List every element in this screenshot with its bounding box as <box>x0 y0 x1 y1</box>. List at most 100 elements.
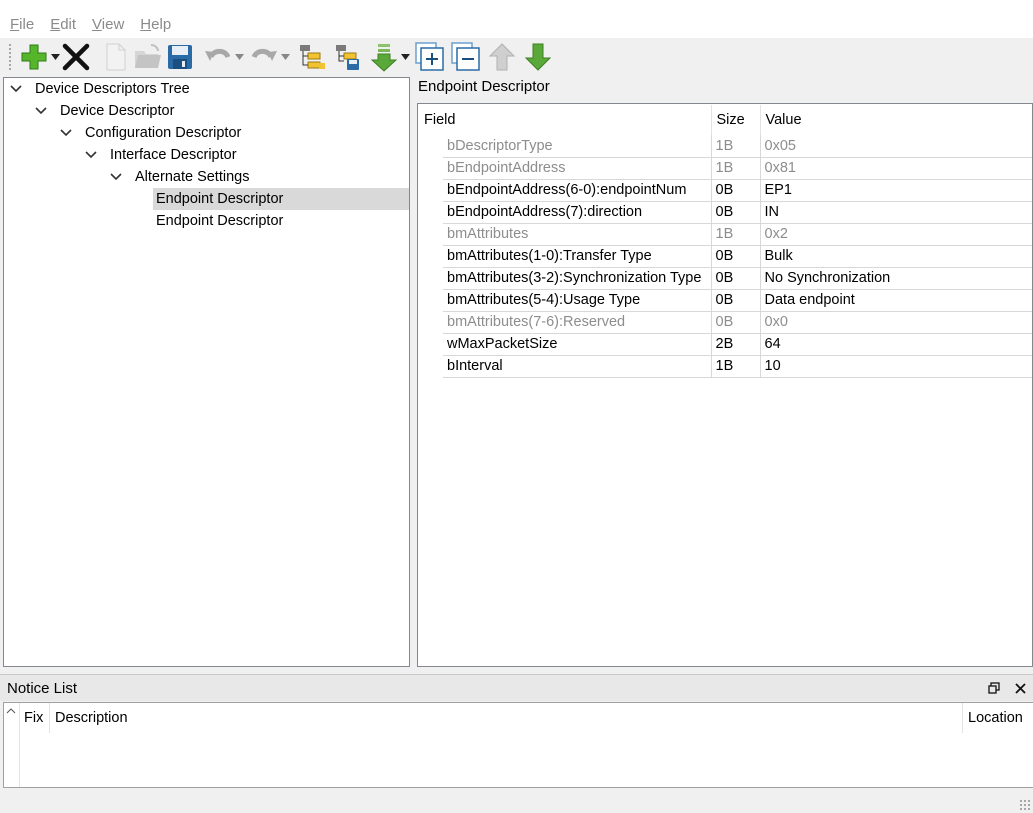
move-down-menu-arrow[interactable] <box>400 41 410 73</box>
tree-node-root[interactable]: Device Descriptors Tree <box>7 78 193 100</box>
tree-node-label: Alternate Settings <box>135 169 250 185</box>
field-cell: bmAttributes(1-0):Transfer Type <box>443 245 712 268</box>
column-header-field[interactable]: Field <box>419 105 712 135</box>
size-cell: 0B <box>711 311 761 334</box>
table-row[interactable]: bEndpointAddress(7):direction 0B IN <box>419 201 1032 224</box>
tree-node-configuration-descriptor[interactable]: Configuration Descriptor <box>57 122 244 144</box>
row-indent <box>419 157 443 179</box>
table-row[interactable]: bEndpointAddress(6-0):endpointNum 0B EP1 <box>419 179 1032 202</box>
menu-file[interactable]: File <box>10 16 34 33</box>
table-row[interactable]: bmAttributes(3-2):Synchronization Type 0B… <box>419 267 1032 290</box>
delete-icon[interactable] <box>60 41 92 73</box>
column-header-value[interactable]: Value <box>760 105 1032 135</box>
tree-add-icon[interactable] <box>296 41 328 73</box>
row-indent <box>419 245 443 267</box>
move-down-icon[interactable] <box>522 41 554 73</box>
undo-icon[interactable] <box>202 41 234 73</box>
tree-node-device-descriptor[interactable]: Device Descriptor <box>32 100 177 122</box>
move-up-icon[interactable] <box>486 41 518 73</box>
add-icon[interactable] <box>18 41 50 73</box>
tree-node-label: Device Descriptors Tree <box>35 81 190 97</box>
tree-node-alternate-settings[interactable]: Alternate Settings <box>107 166 252 188</box>
value-cell[interactable]: 64 <box>760 333 1032 356</box>
field-cell: bmAttributes <box>443 223 712 246</box>
value-cell[interactable]: Data endpoint <box>760 289 1032 312</box>
field-cell: bEndpointAddress(7):direction <box>443 201 712 224</box>
table-row[interactable]: bmAttributes(5-4):Usage Type 0B Data endpo… <box>419 289 1032 312</box>
tree-save-icon[interactable] <box>332 41 364 73</box>
column-header-description[interactable]: Description <box>55 710 128 726</box>
size-cell: 0B <box>711 245 761 268</box>
size-cell: 0B <box>711 201 761 224</box>
size-grip[interactable] <box>1019 799 1031 811</box>
chevron-down-icon[interactable] <box>32 100 50 122</box>
undo-dropdown-icon[interactable] <box>234 41 244 73</box>
value-cell: 0x81 <box>760 157 1032 180</box>
notice-list-titlebar: Notice List <box>0 674 1033 701</box>
table-row[interactable]: bmAttributes(7-6):Reserved 0B 0x0 <box>419 311 1032 334</box>
expand-all-icon[interactable] <box>414 41 446 73</box>
chevron-down-icon[interactable] <box>107 166 125 188</box>
value-cell[interactable]: Bulk <box>760 245 1032 268</box>
tree-node-interface-descriptor[interactable]: Interface Descriptor <box>82 144 240 166</box>
row-indent <box>419 179 443 201</box>
field-cell: wMaxPacketSize <box>443 333 712 356</box>
table-row[interactable]: bmAttributes 1B 0x2 <box>419 223 1032 246</box>
chevron-down-icon[interactable] <box>57 122 75 144</box>
close-icon[interactable] <box>1012 680 1028 696</box>
size-cell: 1B <box>711 355 761 378</box>
field-cell: bEndpointAddress <box>443 157 712 180</box>
descriptor-grid[interactable]: Field Size Value bDescriptorType 1B 0x05 bE… <box>417 103 1033 667</box>
tree-node-endpoint-descriptor-1[interactable]: Endpoint Descriptor <box>153 188 409 210</box>
column-divider[interactable] <box>962 703 963 733</box>
redo-icon[interactable] <box>248 41 280 73</box>
value-cell[interactable]: IN <box>760 201 1032 224</box>
tree-node-label: Endpoint Descriptor <box>156 213 284 229</box>
toolbar <box>0 38 1033 76</box>
field-cell: bDescriptorType <box>443 135 712 158</box>
field-cell: bmAttributes(7-6):Reserved <box>443 311 712 334</box>
value-cell[interactable]: 10 <box>760 355 1032 378</box>
add-dropdown-icon[interactable] <box>50 41 60 73</box>
save-icon[interactable] <box>164 41 196 73</box>
field-cell: bmAttributes(3-2):Synchronization Type <box>443 267 712 290</box>
table-row[interactable]: bDescriptorType 1B 0x05 <box>419 135 1032 158</box>
column-header-size[interactable]: Size <box>711 105 761 135</box>
column-header-location[interactable]: Location <box>968 710 1023 726</box>
size-cell: 0B <box>711 267 761 290</box>
column-divider <box>19 733 20 787</box>
collapse-all-icon[interactable] <box>450 41 482 73</box>
notice-list[interactable]: Fix Description Location <box>3 702 1033 788</box>
column-divider[interactable] <box>19 703 20 733</box>
sort-up-icon[interactable] <box>6 703 18 715</box>
table-row[interactable]: wMaxPacketSize 2B 64 <box>419 333 1032 356</box>
descriptor-tree[interactable]: Device Descriptors Tree Device Descripto… <box>3 77 410 667</box>
value-cell[interactable]: EP1 <box>760 179 1032 202</box>
tree-node-label: Configuration Descriptor <box>85 125 242 141</box>
table-row[interactable]: bEndpointAddress 1B 0x81 <box>419 157 1032 180</box>
size-cell: 1B <box>711 223 761 246</box>
menu-view[interactable]: View <box>92 16 124 33</box>
float-window-icon[interactable] <box>986 680 1002 696</box>
tree-node-endpoint-descriptor-2[interactable]: Endpoint Descriptor <box>153 210 286 232</box>
redo-dropdown-icon[interactable] <box>280 41 290 73</box>
column-header-fix[interactable]: Fix <box>24 710 43 726</box>
open-folder-icon[interactable] <box>132 41 164 73</box>
column-divider[interactable] <box>49 703 50 733</box>
status-bar <box>0 789 1033 813</box>
menu-help[interactable]: Help <box>140 16 171 33</box>
move-down-dropdown-icon[interactable] <box>368 41 400 73</box>
menu-edit[interactable]: Edit <box>50 16 76 33</box>
row-indent <box>419 223 443 245</box>
chevron-down-icon[interactable] <box>82 144 100 166</box>
value-cell[interactable]: No Synchronization <box>760 267 1032 290</box>
toolbar-grip[interactable] <box>8 43 12 71</box>
table-row[interactable]: bInterval 1B 10 <box>419 355 1032 378</box>
table-row[interactable]: bmAttributes(1-0):Transfer Type 0B Bulk <box>419 245 1032 268</box>
field-cell: bmAttributes(5-4):Usage Type <box>443 289 712 312</box>
size-cell: 0B <box>711 289 761 312</box>
notice-list-title: Notice List <box>7 679 78 697</box>
value-cell: 0x05 <box>760 135 1032 158</box>
new-file-icon[interactable] <box>100 41 132 73</box>
chevron-down-icon[interactable] <box>7 78 25 100</box>
